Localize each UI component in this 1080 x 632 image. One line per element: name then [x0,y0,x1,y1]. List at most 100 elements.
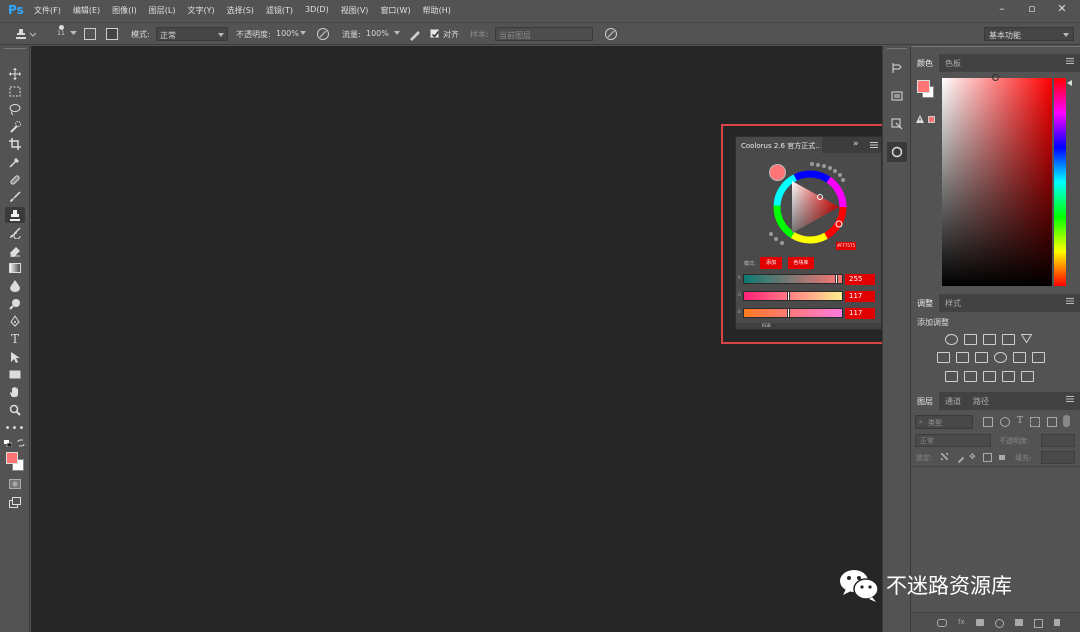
quick-selection-tool-icon[interactable] [5,119,25,135]
tab-styles[interactable]: 样式 [939,294,967,312]
layer-style-icon[interactable]: fx [958,619,965,628]
brush-panel-toggle-icon[interactable] [84,28,96,40]
blend-mode-select[interactable]: 正常 [915,434,991,447]
maximize-icon[interactable]: ▫ [1020,2,1044,18]
rectangle-tool-icon[interactable] [5,366,25,382]
photo-filter-icon[interactable] [994,352,1007,363]
eyedropper-tool-icon[interactable] [5,154,25,170]
hand-tool-icon[interactable] [5,384,25,400]
vibrance-icon[interactable] [1021,334,1032,343]
tab-layers[interactable]: 图层 [911,392,939,410]
tab-color[interactable]: 颜色 [911,54,939,72]
crop-tool-icon[interactable] [5,136,25,152]
smart-object-filter-icon[interactable] [1047,417,1058,427]
clone-stamp-tool-icon[interactable] [5,207,25,223]
menu-file[interactable]: 文件(F) [34,5,61,16]
gradient-map-icon[interactable] [1002,371,1015,382]
menu-3d[interactable]: 3D(D) [305,5,329,16]
link-layers-icon[interactable] [937,619,947,627]
mode-select[interactable]: 正常 [156,27,228,41]
tab-channels[interactable]: 通道 [939,392,967,410]
menu-view[interactable]: 视图(V) [341,5,369,16]
menu-filter[interactable]: 滤镜(T) [266,5,293,16]
channel-mixer-icon[interactable] [1013,352,1026,363]
layer-kind-filter[interactable]: ⌕ 类型 [915,415,973,429]
tab-swatches[interactable]: 色板 [939,54,967,72]
lock-all-icon[interactable] [998,455,1005,460]
properties-panel-icon[interactable] [887,86,907,106]
dock-grip[interactable] [911,46,1080,50]
hue-slider-handle[interactable] [1067,80,1072,86]
toolbar-grip[interactable] [4,48,26,52]
path-selection-tool-icon[interactable] [5,349,25,365]
panel-foreground-swatch[interactable] [917,80,930,93]
flow-value[interactable]: 100% [366,29,389,38]
swap-colors-icon[interactable] [17,439,25,447]
hue-saturation-icon[interactable] [937,352,950,363]
lock-artboard-icon[interactable] [982,453,992,462]
filter-toggle-switch[interactable] [1063,415,1070,427]
color-balance-icon[interactable] [956,352,969,363]
hue-slider[interactable] [1054,78,1066,286]
brush-size-preview[interactable]: 11 [54,25,68,37]
pressure-opacity-icon[interactable] [316,27,330,41]
layer-mask-icon[interactable] [975,619,984,626]
new-group-icon[interactable] [1014,619,1023,626]
levels-icon[interactable] [964,334,977,345]
color-lookup-icon[interactable] [1032,352,1045,363]
dodge-tool-icon[interactable] [5,296,25,312]
pixel-layer-filter-icon[interactable] [983,417,993,427]
menu-type[interactable]: 文字(Y) [187,5,214,16]
history-panel-icon[interactable] [887,58,907,78]
ignore-adjustment-layers-icon[interactable] [604,27,618,41]
move-tool-icon[interactable] [5,66,25,82]
quick-mask-icon[interactable] [5,476,25,492]
menu-edit[interactable]: 编辑(E) [73,5,100,16]
workspace-select[interactable]: 基本功能 [984,27,1074,41]
exposure-icon[interactable] [1002,334,1015,345]
eraser-tool-icon[interactable] [5,243,25,259]
foreground-color-swatch[interactable] [6,452,18,464]
brush-tool-icon[interactable] [5,189,25,205]
menu-layer[interactable]: 图层(L) [149,5,176,16]
screen-mode-icon[interactable] [5,494,25,510]
more-tools-icon[interactable]: ••• [5,420,25,436]
opacity-value[interactable]: 100% [276,29,299,38]
new-layer-icon[interactable] [1033,619,1043,628]
close-icon[interactable]: ✕ [1050,2,1074,18]
zoom-tool-icon[interactable] [5,402,25,418]
strip-grip[interactable] [887,48,907,51]
type-layer-filter-icon[interactable]: T [1017,417,1023,427]
tab-adjustments[interactable]: 调整 [911,294,939,312]
blur-tool-icon[interactable] [5,278,25,294]
threshold-icon[interactable] [983,371,996,382]
new-fill-layer-icon[interactable] [994,619,1004,628]
menu-window[interactable]: 窗口(W) [380,5,410,16]
clone-source-panel-icon[interactable] [106,28,118,40]
gamut-color-swatch[interactable] [928,116,935,123]
black-white-icon[interactable] [975,352,988,363]
curves-icon[interactable] [983,334,996,345]
flow-dropdown-icon[interactable] [394,31,400,35]
delete-layer-icon[interactable] [1053,619,1060,626]
layer-fill-input[interactable] [1041,451,1075,464]
airbrush-icon[interactable] [408,27,422,41]
color-panel-menu-icon[interactable] [1066,58,1074,66]
lock-image-icon[interactable] [952,451,965,464]
marquee-tool-icon[interactable] [5,83,25,99]
history-brush-tool-icon[interactable] [5,225,25,241]
clone-source-icon[interactable] [887,114,907,134]
type-tool-icon[interactable]: T [5,331,25,347]
pen-tool-icon[interactable] [5,313,25,329]
tab-paths[interactable]: 路径 [967,392,995,410]
color-field-picker[interactable] [992,74,999,81]
shape-layer-filter-icon[interactable] [1030,417,1041,427]
lasso-tool-icon[interactable] [5,101,25,117]
layer-opacity-input[interactable] [1041,434,1075,447]
healing-brush-tool-icon[interactable] [5,172,25,188]
coolorus-toggle-icon[interactable] [887,142,907,162]
lock-transparent-icon[interactable] [941,453,948,460]
brightness-contrast-icon[interactable] [945,334,958,345]
adjustment-layer-filter-icon[interactable] [1000,417,1010,427]
clone-stamp-preset-icon[interactable] [14,27,36,41]
